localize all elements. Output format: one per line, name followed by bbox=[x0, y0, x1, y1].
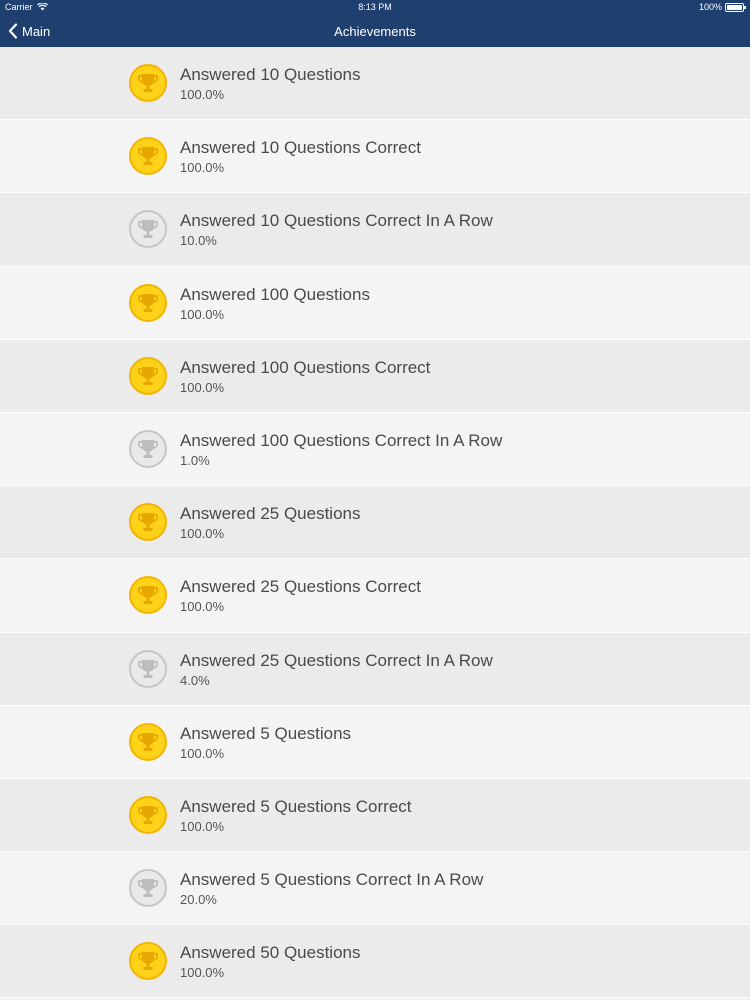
achievement-title: Answered 100 Questions bbox=[180, 284, 370, 304]
achievement-badge bbox=[129, 64, 167, 102]
achievement-badge bbox=[129, 429, 167, 468]
achievement-row[interactable]: Answered 100 Questions 100.0% bbox=[0, 266, 750, 340]
achievement-badge bbox=[129, 795, 167, 834]
achievement-row[interactable]: Answered 50 Questions 100.0% bbox=[0, 925, 750, 999]
trophy-icon bbox=[138, 805, 158, 824]
achievement-title: Answered 5 Questions Correct In A Row bbox=[180, 870, 484, 890]
trophy-icon bbox=[138, 147, 158, 166]
achievement-badge bbox=[129, 576, 167, 615]
achievement-progress: 100.0% bbox=[180, 526, 225, 542]
achievement-title: Answered 25 Questions Correct bbox=[180, 577, 421, 597]
achievement-progress: 100.0% bbox=[180, 306, 225, 322]
achievement-progress: 4.0% bbox=[180, 672, 210, 688]
achievement-title: Answered 25 Questions bbox=[180, 504, 361, 524]
achievement-row[interactable]: Answered 5 Questions Correct In A Row 20… bbox=[0, 852, 750, 926]
achievement-title: Answered 10 Questions Correct bbox=[180, 138, 421, 158]
achievement-badge bbox=[129, 210, 167, 249]
achievement-badge bbox=[129, 283, 167, 322]
achievement-badge bbox=[129, 137, 167, 176]
achievement-progress: 10.0% bbox=[180, 233, 217, 249]
achievement-badge bbox=[129, 649, 167, 688]
battery-icon bbox=[725, 2, 746, 12]
trophy-icon bbox=[138, 952, 158, 971]
achievement-progress: 100.0% bbox=[180, 818, 225, 834]
achievement-row[interactable]: Answered 10 Questions 100.0% bbox=[0, 47, 750, 121]
achievement-title: Answered 50 Questions bbox=[180, 943, 361, 963]
achievement-progress: 20.0% bbox=[180, 892, 217, 908]
trophy-icon bbox=[138, 586, 158, 605]
achievement-row[interactable]: Answered 10 Questions Correct In A Row 1… bbox=[0, 193, 750, 267]
achievement-progress: 1.0% bbox=[180, 452, 210, 468]
achievement-badge bbox=[129, 503, 167, 542]
achievement-progress: 100.0% bbox=[180, 87, 225, 102]
achievement-progress: 100.0% bbox=[180, 745, 225, 761]
achievement-progress: 100.0% bbox=[180, 379, 225, 395]
achievement-progress: 100.0% bbox=[180, 599, 225, 615]
achievement-title: Answered 5 Questions bbox=[180, 723, 352, 743]
achievement-progress: 100.0% bbox=[180, 965, 225, 981]
achievement-badge bbox=[129, 356, 167, 395]
trophy-icon bbox=[138, 659, 158, 678]
achievement-row[interactable]: Answered 10 Questions Correct 100.0% bbox=[0, 120, 750, 194]
achievement-badge bbox=[129, 942, 167, 981]
achievement-row[interactable]: Answered 25 Questions 100.0% bbox=[0, 486, 750, 560]
trophy-icon bbox=[138, 439, 158, 458]
achievement-list: Answered 10 Questions 100.0% Answered 10… bbox=[0, 47, 750, 999]
achievement-title: Answered 10 Questions bbox=[180, 65, 361, 84]
achievement-row[interactable]: Answered 5 Questions 100.0% bbox=[0, 705, 750, 779]
trophy-icon bbox=[138, 220, 158, 239]
battery-indicator: 100% bbox=[698, 2, 746, 12]
page-title: Achievements bbox=[334, 24, 416, 39]
achievement-row[interactable]: Answered 25 Questions Correct 100.0% bbox=[0, 559, 750, 633]
achievement-badge bbox=[129, 869, 167, 908]
achievement-title: Answered 5 Questions Correct bbox=[180, 796, 412, 816]
trophy-icon bbox=[138, 366, 158, 385]
achievement-row[interactable]: Answered 100 Questions Correct In A Row … bbox=[0, 412, 750, 487]
achievement-title: Answered 25 Questions Correct In A Row bbox=[180, 650, 493, 670]
status-bar: Carrier 8:13 PM 100% bbox=[0, 0, 750, 16]
navigation-bar: Carrier 8:13 PM 100% Main Achievements bbox=[0, 0, 750, 47]
achievement-title: Answered 100 Questions Correct bbox=[180, 357, 431, 377]
status-time: 8:13 PM bbox=[358, 2, 392, 12]
trophy-icon bbox=[138, 293, 158, 312]
battery-percent: 100% bbox=[698, 2, 722, 12]
trophy-icon bbox=[138, 74, 158, 92]
achievement-progress: 100.0% bbox=[180, 160, 225, 176]
achievement-title: Answered 100 Questions Correct In A Row bbox=[180, 430, 503, 450]
trophy-icon bbox=[138, 513, 158, 532]
achievement-title: Answered 10 Questions Correct In A Row bbox=[180, 211, 493, 231]
achievement-badge bbox=[129, 722, 167, 761]
achievement-row[interactable]: Answered 5 Questions Correct 100.0% bbox=[0, 778, 750, 853]
achievement-row[interactable]: Answered 25 Questions Correct In A Row 4… bbox=[0, 632, 750, 706]
trophy-icon bbox=[138, 879, 158, 898]
achievement-row[interactable]: Answered 100 Questions Correct 100.0% bbox=[0, 339, 750, 413]
trophy-icon bbox=[138, 732, 158, 751]
